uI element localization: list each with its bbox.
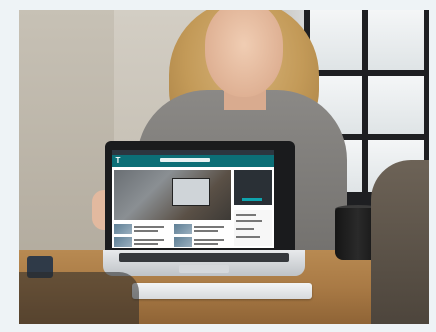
external-keyboard <box>132 283 312 299</box>
laptop-screen: T <box>112 150 274 248</box>
news-thumbnail <box>114 237 132 247</box>
text-line <box>134 239 164 241</box>
site-logo: T <box>115 156 121 165</box>
text-line <box>194 243 218 245</box>
site-news-item <box>174 237 232 247</box>
window-pane <box>368 76 424 134</box>
text-line <box>194 226 224 228</box>
site-search-bar <box>160 158 210 162</box>
text-line <box>236 220 262 222</box>
blurred-foreground <box>19 272 139 324</box>
laptop-keyboard <box>119 253 289 262</box>
image-frame: T <box>0 0 436 332</box>
site-news-item <box>114 237 172 247</box>
text-line <box>134 243 158 245</box>
text-line <box>236 236 260 238</box>
hero-laptop-image <box>172 178 210 206</box>
news-thumbnail <box>174 237 192 247</box>
news-thumbnail <box>114 224 132 234</box>
news-thumbnail <box>174 224 192 234</box>
site-news-item <box>174 224 232 234</box>
window-pane <box>368 10 424 70</box>
office-photo: T <box>19 10 429 324</box>
text-line <box>194 239 224 241</box>
text-line <box>236 228 254 230</box>
text-line <box>134 226 164 228</box>
blurred-person <box>371 160 429 324</box>
site-side-button <box>242 198 262 201</box>
site-side-list <box>234 210 272 246</box>
laptop-trackpad <box>179 265 229 273</box>
person-face <box>205 10 283 97</box>
text-line <box>194 230 218 232</box>
text-line <box>236 214 256 216</box>
site-news-item <box>114 224 172 234</box>
text-line <box>134 230 158 232</box>
